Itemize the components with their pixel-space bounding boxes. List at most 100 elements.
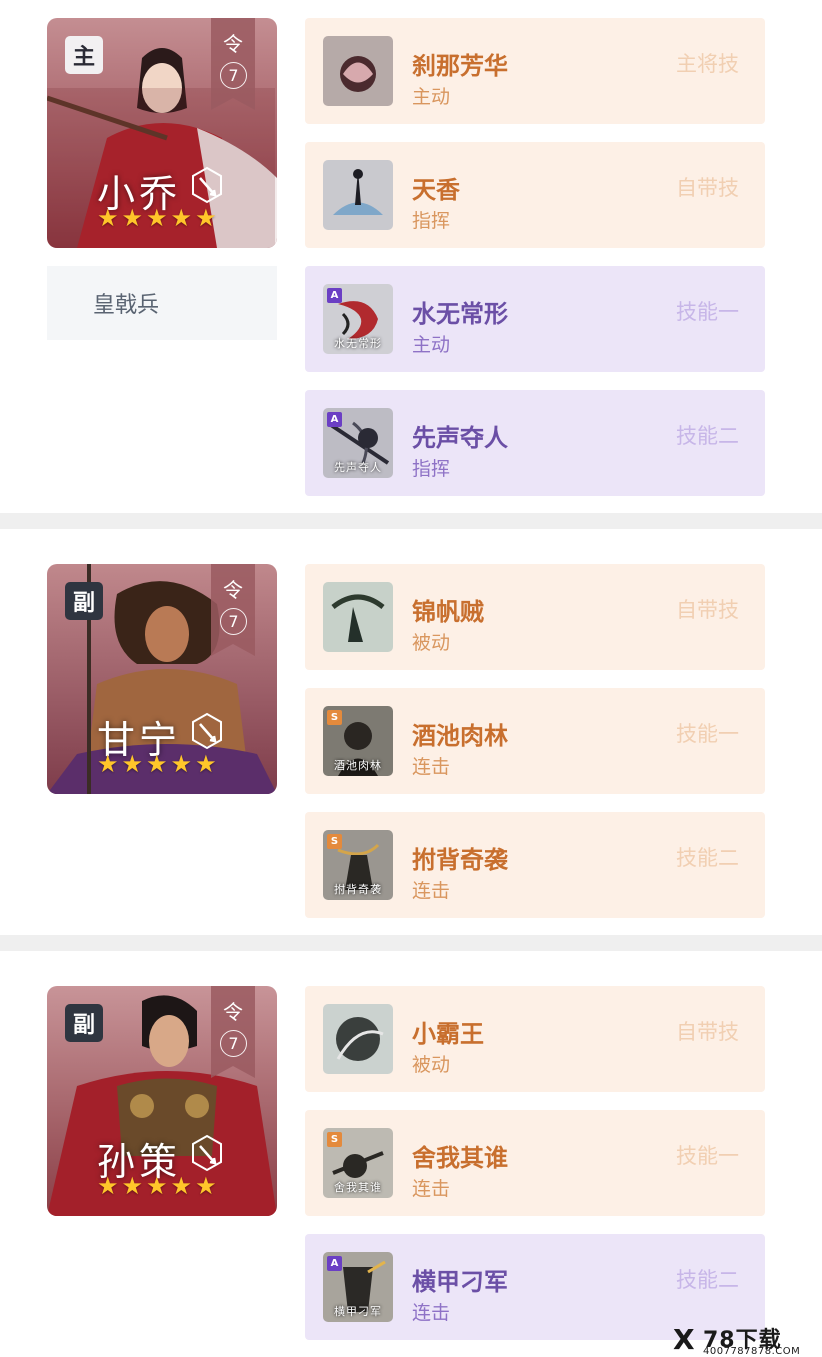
hero-card[interactable]: 主 令 7 小乔 ★ ★ ★ ★ ★ — [47, 18, 277, 248]
skill-name: 锦帆贼 — [412, 598, 484, 626]
command-cost: 7 — [220, 1030, 247, 1057]
site-watermark: X 78下载 4007787878.COM — [671, 1322, 822, 1357]
star-icon: ★ — [146, 750, 168, 778]
spear-icon — [192, 1134, 222, 1172]
star-icon: ★ — [121, 750, 144, 778]
skill-name: 水无常形 — [412, 300, 508, 328]
skill-slot: 自带技 — [676, 598, 739, 622]
skill-icon: A 先声夺人 — [323, 408, 393, 478]
star-rating: ★ ★ ★ ★ ★ — [97, 206, 217, 230]
skill-icon-caption: 酒池肉林 — [334, 759, 382, 772]
skill-row[interactable]: 天香 指挥 自带技 — [305, 142, 765, 248]
command-tag: 令 7 — [211, 986, 255, 1078]
star-icon: ★ — [97, 750, 119, 778]
star-icon: ★ — [97, 204, 119, 232]
skill-type: 主动 — [412, 334, 451, 356]
skill-type: 被动 — [412, 632, 451, 654]
skill-slot: 技能一 — [676, 300, 739, 324]
skill-icon — [323, 582, 393, 652]
main-general-badge: 主 — [65, 36, 103, 74]
skill-row[interactable]: A 水无常形 水无常形 主动 技能一 — [305, 266, 765, 372]
skill-row[interactable]: 刹那芳华 主动 主将技 — [305, 18, 765, 124]
skill-icon: S 拊背奇袭 — [323, 830, 393, 900]
star-rating: ★ ★ ★ ★ ★ — [97, 1174, 217, 1198]
star-icon: ★ — [170, 1172, 193, 1200]
skill-icon — [323, 1004, 393, 1074]
hero-card[interactable]: 副 令 7 甘宁 ★ ★ ★ ★ ★ — [47, 564, 277, 794]
skill-type: 连击 — [412, 1302, 451, 1324]
skill-name: 舍我其谁 — [412, 1144, 508, 1172]
grade-badge: A — [327, 1256, 342, 1271]
troop-label: 皇戟兵 — [93, 293, 160, 318]
skill-slot: 技能二 — [676, 424, 739, 448]
skill-slot: 技能二 — [676, 1268, 739, 1292]
section-divider — [0, 935, 822, 951]
skill-icon-caption: 先声夺人 — [334, 461, 382, 474]
skill-slot: 主将技 — [676, 52, 739, 76]
command-label: 令 — [223, 1000, 243, 1024]
skill-slot: 技能二 — [676, 846, 739, 870]
hero-card[interactable]: 副 令 7 孙策 ★ ★ ★ ★ ★ — [47, 986, 277, 1216]
star-rating: ★ ★ ★ ★ ★ — [97, 752, 217, 776]
star-icon: ★ — [170, 204, 193, 232]
spear-icon — [192, 712, 222, 750]
watermark-url: 4007787878.COM — [703, 1346, 801, 1357]
skill-name: 天香 — [412, 176, 460, 204]
watermark-logo: X — [673, 1323, 695, 1356]
skill-slot: 技能一 — [676, 722, 739, 746]
star-icon: ★ — [195, 204, 217, 232]
grade-badge: A — [327, 288, 342, 303]
skill-type: 指挥 — [412, 458, 451, 480]
skill-row[interactable]: A 先声夺人 先声夺人 指挥 技能二 — [305, 390, 765, 496]
skill-type: 主动 — [412, 86, 451, 108]
skill-type: 被动 — [412, 1054, 451, 1076]
skill-name: 先声夺人 — [412, 424, 508, 452]
skill-type: 连击 — [412, 756, 451, 778]
grade-badge: S — [327, 834, 342, 849]
star-icon: ★ — [195, 1172, 217, 1200]
skill-type: 连击 — [412, 1178, 451, 1200]
spear-icon — [192, 166, 222, 204]
skill-name: 酒池肉林 — [412, 722, 508, 750]
command-tag: 令 7 — [211, 564, 255, 656]
skill-slot: 自带技 — [676, 1020, 739, 1044]
star-icon: ★ — [97, 1172, 119, 1200]
skill-name: 横甲刁军 — [412, 1268, 508, 1296]
skill-row[interactable]: S 舍我其谁 舍我其谁 连击 技能一 — [305, 1110, 765, 1216]
skill-name: 小霸王 — [412, 1020, 484, 1048]
skill-icon — [323, 36, 393, 106]
star-icon: ★ — [195, 750, 217, 778]
skill-row[interactable]: 锦帆贼 被动 自带技 — [305, 564, 765, 670]
skill-name: 拊背奇袭 — [412, 846, 508, 874]
skill-icon — [323, 160, 393, 230]
skill-icon-caption: 拊背奇袭 — [334, 883, 382, 896]
star-icon: ★ — [146, 1172, 168, 1200]
troop-type: 皇戟兵 — [47, 266, 277, 340]
skill-type: 连击 — [412, 880, 451, 902]
skill-slot: 技能一 — [676, 1144, 739, 1168]
command-label: 令 — [223, 32, 243, 56]
command-cost: 7 — [220, 608, 247, 635]
star-icon: ★ — [121, 204, 144, 232]
star-icon: ★ — [146, 204, 168, 232]
star-icon: ★ — [121, 1172, 144, 1200]
skill-icon: A 横甲刁军 — [323, 1252, 393, 1322]
skill-row[interactable]: S 酒池肉林 酒池肉林 连击 技能一 — [305, 688, 765, 794]
skill-name: 刹那芳华 — [412, 52, 508, 80]
grade-badge: A — [327, 412, 342, 427]
section-divider — [0, 513, 822, 529]
skill-row[interactable]: S 拊背奇袭 拊背奇袭 连击 技能二 — [305, 812, 765, 918]
command-cost: 7 — [220, 62, 247, 89]
vice-general-badge: 副 — [65, 582, 103, 620]
skill-icon: S 酒池肉林 — [323, 706, 393, 776]
skill-icon: S 舍我其谁 — [323, 1128, 393, 1198]
skill-slot: 自带技 — [676, 176, 739, 200]
command-label: 令 — [223, 578, 243, 602]
command-tag: 令 7 — [211, 18, 255, 110]
grade-badge: S — [327, 710, 342, 725]
skill-icon: A 水无常形 — [323, 284, 393, 354]
star-icon: ★ — [170, 750, 193, 778]
vice-general-badge: 副 — [65, 1004, 103, 1042]
skill-row[interactable]: 小霸王 被动 自带技 — [305, 986, 765, 1092]
skill-type: 指挥 — [412, 210, 451, 232]
